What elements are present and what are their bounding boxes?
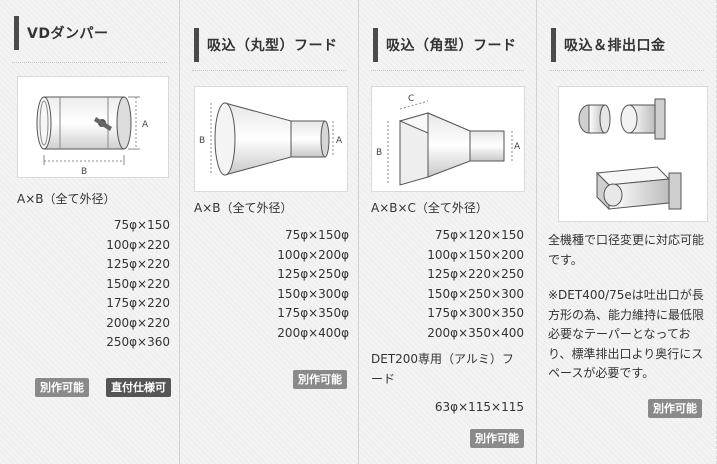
spec-label: A×B（全て外径） — [194, 201, 293, 215]
square-hood-image: C B A — [371, 86, 525, 192]
size-list: 75φ×120×150 100φ×150×200 125φ×220×250 15… — [427, 226, 524, 343]
square-hood-drawing: C B A — [376, 94, 521, 186]
size-item: 200φ×400φ — [277, 325, 349, 340]
dimension-c-label: C — [408, 94, 414, 104]
size-item: 150φ×220 — [106, 276, 170, 291]
custom-order-badge: 別作可能 — [470, 429, 524, 448]
size-item: 175φ×350φ — [277, 306, 349, 320]
column-round-hood: 吸込（丸型）フード B A A×B（全て外径） 75φ×150φ 100φ×20… — [180, 0, 359, 464]
det200-note: DET200専用（アルミ）フード — [371, 352, 514, 386]
size-list: 75φ×150 100φ×220 125φ×220 150φ×220 175φ×… — [106, 216, 170, 353]
size-item: 100φ×150×200 — [427, 247, 524, 262]
column-title: VDダンパー — [14, 16, 169, 50]
size-item: 125φ×220 — [106, 257, 170, 271]
custom-order-badge: 別作可能 — [35, 378, 89, 397]
column-title: 吸込（丸型）フード — [194, 28, 348, 62]
fittings-image — [558, 86, 708, 222]
size-list: 75φ×150φ 100φ×200φ 125φ×250φ 150φ×300φ 1… — [277, 226, 349, 343]
column-intake-exhaust-fittings: 吸込＆排出口金 全機種で口径変更に対応可能です。 ※DET400/75eは吐出口… — [537, 0, 717, 464]
size-item: 125φ×250φ — [277, 267, 349, 281]
spec-label: A×B（全て外径） — [17, 192, 116, 206]
column-vd-damper: VDダンパー A B A×B（全て外径） 75φ×150 100φ×220 12… — [0, 0, 180, 464]
size-item: 200φ×350×400 — [427, 325, 524, 340]
dimension-b-label: B — [199, 136, 205, 146]
size-item: 63φ×115×115 — [434, 400, 524, 414]
round-hood-drawing: B A — [199, 102, 343, 176]
product-grid: VDダンパー A B A×B（全て外径） 75φ×150 100φ×220 12… — [0, 0, 717, 464]
column-square-hood: 吸込（角型）フード C B A A×B×C（全て外径） 75φ×120×150 … — [359, 0, 537, 464]
dimension-a-label: A — [336, 136, 343, 146]
size-item: 250φ×360 — [106, 335, 170, 349]
size-item: 150φ×300φ — [277, 286, 349, 301]
divider — [12, 62, 167, 63]
dimension-b-label: B — [376, 148, 382, 158]
size-item: 175φ×300×350 — [427, 306, 524, 320]
fittings-description: 全機種で口径変更に対応可能です。 — [548, 233, 705, 267]
direct-mount-badge: 直付仕様可 — [106, 378, 171, 397]
size-item: 75φ×120×150 — [434, 228, 524, 242]
divider — [192, 70, 346, 71]
dimension-a-label: A — [142, 120, 149, 130]
divider — [371, 70, 524, 71]
custom-order-badge: 別作可能 — [648, 399, 702, 418]
vd-damper-drawing: A B — [36, 96, 149, 177]
dimension-b-label: B — [81, 167, 87, 177]
spec-label: A×B×C（全て外径） — [371, 201, 488, 215]
round-hood-image: B A — [194, 86, 348, 192]
size-item: 200φ×220 — [106, 315, 170, 330]
column-title: 吸込（角型）フード — [373, 28, 526, 62]
size-item: 75φ×150φ — [284, 228, 349, 242]
fittings-note: ※DET400/75eは吐出口が長方形の為、能力維持に最低限必要なテーパーとなっ… — [548, 288, 705, 380]
column-title: 吸込＆排出口金 — [551, 28, 706, 62]
size-item: 175φ×220 — [106, 296, 170, 310]
size-item: 100φ×200φ — [277, 247, 349, 262]
custom-order-badge: 別作可能 — [293, 370, 347, 389]
dimension-a-label: A — [514, 142, 521, 152]
vd-damper-image: A B — [17, 76, 169, 178]
size-item: 100φ×220 — [106, 237, 170, 252]
size-item: 75φ×150 — [113, 218, 170, 232]
divider — [549, 70, 704, 71]
det200-size: 63φ×115×115 — [435, 398, 524, 418]
fittings-drawing — [578, 98, 682, 211]
size-item: 125φ×220×250 — [427, 267, 524, 281]
size-item: 150φ×250×300 — [427, 286, 524, 301]
